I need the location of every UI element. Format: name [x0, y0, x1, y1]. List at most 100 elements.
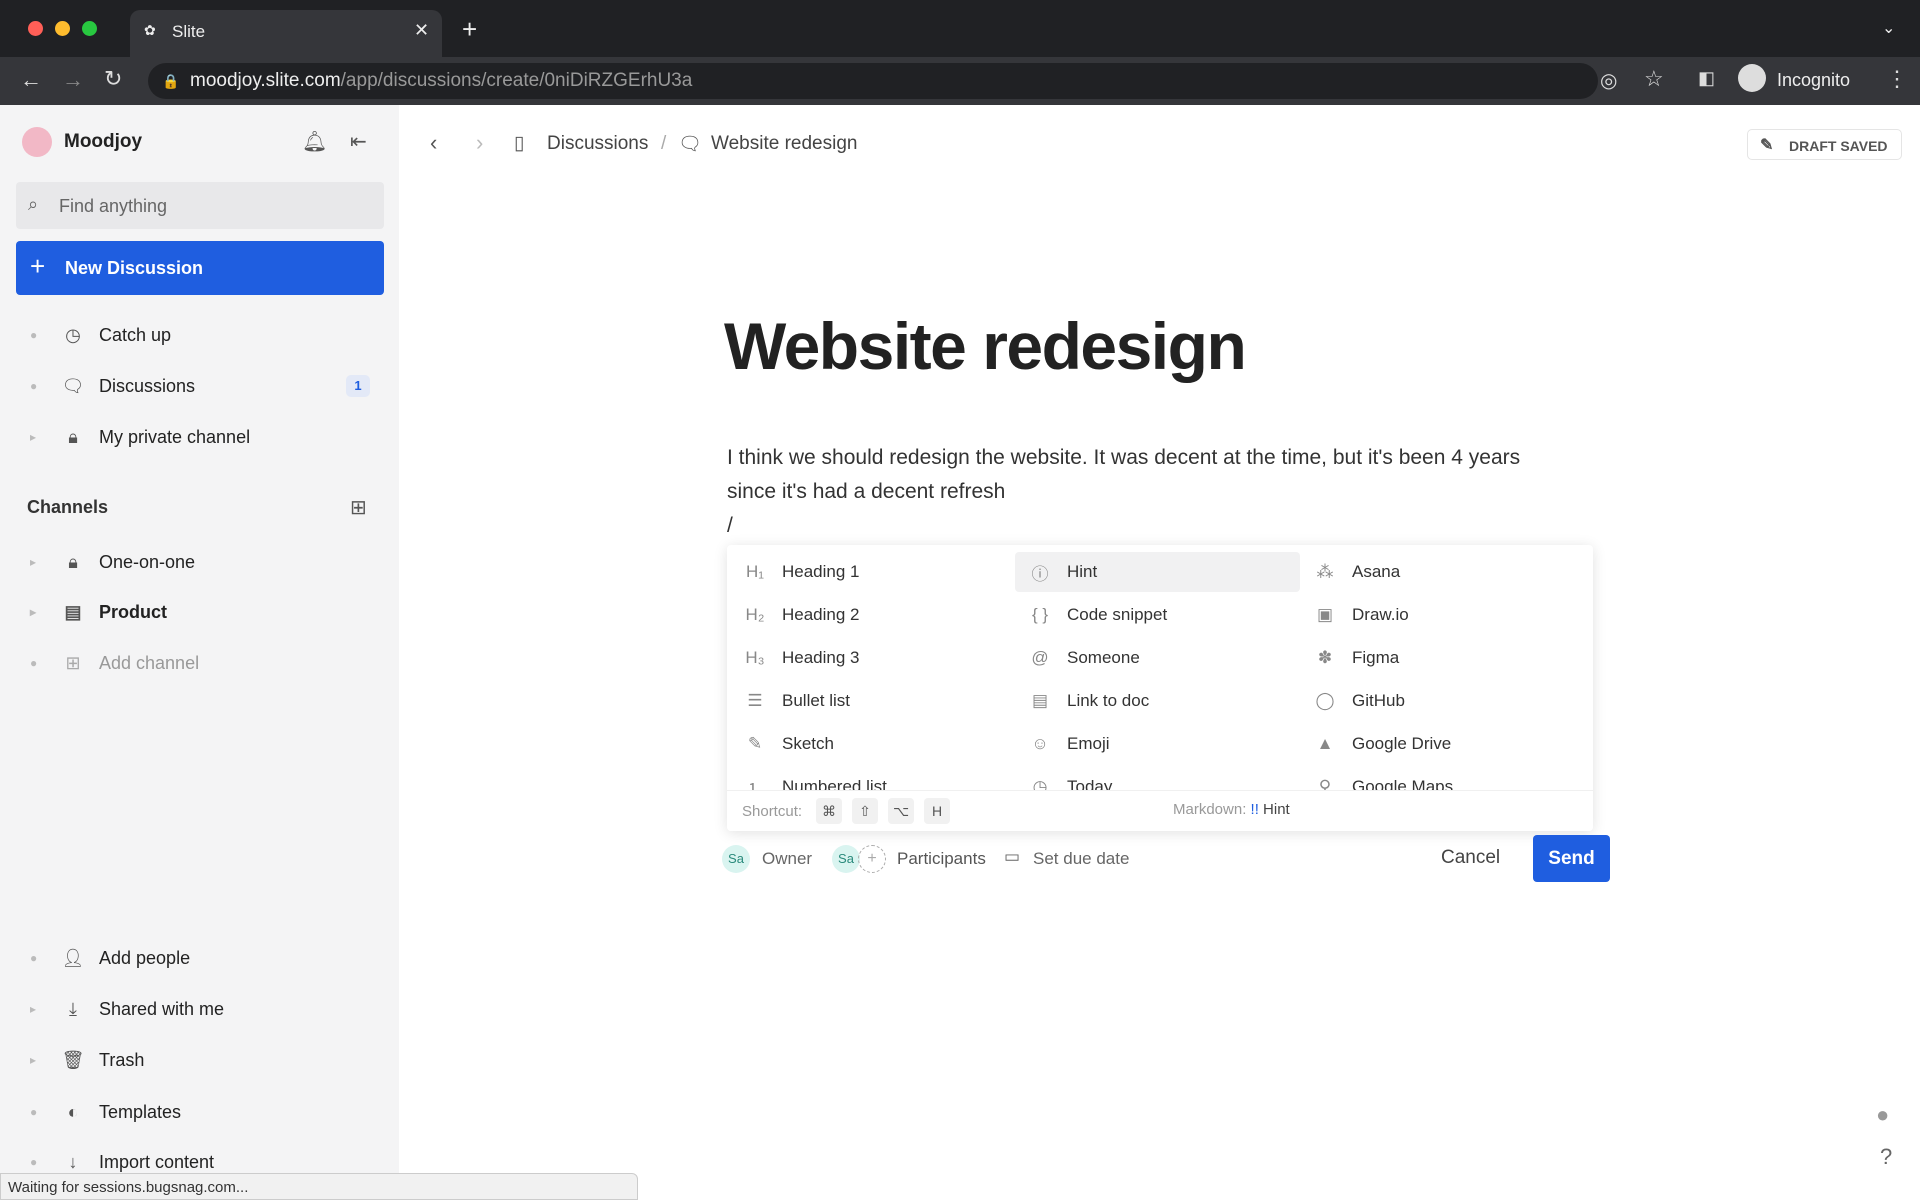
menu-item-heading-2[interactable]: H₂ Heading 2 — [730, 595, 1015, 635]
item-label: Import content — [99, 1151, 215, 1172]
menu-item-link-to-doc[interactable]: ▤ Link to doc — [1015, 681, 1300, 721]
bullet-list-icon: ☰ — [747, 691, 763, 710]
star-icon[interactable]: ☆ — [1644, 66, 1664, 92]
edit-icon: ✎ — [1760, 137, 1774, 154]
doc-body[interactable]: I think we should redesign the website. … — [727, 441, 1520, 543]
menu-item-draw-io[interactable]: ▣ Draw.io — [1300, 595, 1585, 635]
chat-bubbles-icon[interactable]: ● — [1876, 1102, 1889, 1128]
profile-label[interactable]: Incognito — [1777, 70, 1850, 91]
reload-icon[interactable]: ↻ — [104, 66, 122, 92]
notification-bell-icon[interactable]: 🔔︎ — [302, 129, 327, 154]
cancel-button[interactable]: Cancel — [1441, 847, 1500, 869]
item-label: One-on-one — [99, 551, 196, 572]
maximize-window-button[interactable] — [82, 21, 97, 36]
sidebar-item-one-on-one[interactable]: ▸ 🔒︎ One-on-one — [0, 542, 399, 582]
add-channel-icon[interactable]: ⊞ — [350, 495, 367, 520]
owner-label[interactable]: Owner — [762, 849, 812, 869]
side-panel-icon[interactable]: ◧ — [1698, 68, 1715, 89]
breadcrumb-discussions[interactable]: Discussions — [547, 133, 648, 155]
incognito-icon — [1738, 64, 1766, 92]
item-label: My private channel — [99, 426, 251, 447]
channels-heading: Channels — [27, 497, 109, 517]
add-channel-icon: ⊞ — [65, 652, 81, 673]
status-text: DRAFT SAVED — [1789, 138, 1888, 154]
browser-tab-bar: ✿ Slite ✕ + ⌄ — [0, 0, 1920, 57]
heading1-icon: H₁ — [745, 562, 764, 581]
add-participant-icon[interactable]: + — [858, 845, 886, 873]
new-discussion-button[interactable]: + New Discussion — [16, 241, 384, 295]
item-label: Shared with me — [99, 998, 225, 1019]
menu-item-hint[interactable]: ⓘ Hint — [1015, 552, 1300, 592]
sidebar-item-templates[interactable]: ● ◐ Templates — [0, 1092, 399, 1132]
menu-item-label: Google Drive — [1352, 734, 1452, 753]
minimize-window-button[interactable] — [55, 21, 70, 36]
sidebar-item-add-channel[interactable]: ● ⊞ Add channel — [0, 643, 399, 683]
menu-item-label: Draw.io — [1352, 605, 1409, 624]
item-label: Trash — [99, 1049, 145, 1070]
sidebar-item-product[interactable]: ▸ ▤ Product — [0, 592, 399, 632]
github-icon: ◯ — [1315, 691, 1335, 710]
body-line: I think we should redesign the website. … — [727, 446, 1521, 469]
participant-avatar: Sa — [832, 845, 860, 873]
menu-item-sketch[interactable]: ✎ Sketch — [730, 724, 1015, 764]
workspace-name[interactable]: Moodjoy — [64, 131, 142, 153]
discussion-icon: 🗨︎ — [61, 375, 85, 396]
breadcrumb-current: Website redesign — [711, 133, 858, 154]
sidebar-item-private-channel[interactable]: ▸ 🔒︎ My private channel — [0, 417, 399, 457]
forward-icon[interactable]: → — [62, 67, 84, 93]
menu-item-label: Bullet list — [782, 691, 851, 710]
tab-list-icon[interactable]: ⌄ — [1882, 18, 1895, 38]
menu-item-code-snippet[interactable]: { } Code snippet — [1015, 595, 1300, 635]
owner-avatar: Sa — [722, 845, 750, 873]
eye-off-icon[interactable]: ◎ — [1600, 68, 1617, 93]
participants-button[interactable]: Participants — [897, 849, 986, 869]
figma-icon: ✽ — [1317, 648, 1333, 667]
menu-item-label: Heading 3 — [782, 648, 860, 667]
help-icon[interactable]: ? — [1880, 1144, 1892, 1170]
item-label: Discussions — [99, 375, 196, 396]
sidebar-item-discussions[interactable]: ● 🗨︎ Discussions 1 — [0, 366, 399, 406]
menu-item-google-drive[interactable]: ▲ Google Drive — [1300, 724, 1585, 764]
lock-icon: 🔒 — [162, 73, 180, 89]
slash-command-input[interactable]: / — [727, 509, 1520, 543]
back-icon[interactable]: ← — [20, 67, 42, 93]
menu-item-label: GitHub — [1352, 691, 1405, 710]
asana-icon: ⁂ — [1316, 562, 1334, 581]
nav-back-icon[interactable]: ‹ — [430, 130, 437, 156]
item-label: Product — [99, 601, 168, 622]
menu-item-someone[interactable]: @ Someone — [1015, 638, 1300, 678]
doc-title[interactable]: Website redesign — [724, 308, 1247, 384]
templates-icon: ◐ — [67, 1101, 79, 1122]
new-tab-icon[interactable]: + — [462, 14, 477, 45]
sidebar-item-add-people[interactable]: ● 👤︎ Add people — [0, 938, 399, 978]
browser-tab[interactable]: ✿ Slite ✕ — [130, 10, 442, 57]
menu-item-asana[interactable]: ⁂ Asana — [1300, 552, 1585, 592]
url-field[interactable]: 🔒 moodjoy.slite.com/app/discussions/crea… — [148, 63, 1598, 99]
close-window-button[interactable] — [28, 21, 43, 36]
url-path: /app/discussions/create/0niDiRZGErhU3a — [340, 70, 693, 91]
sidebar-item-trash[interactable]: ▸ 🗑︎ Trash — [0, 1040, 399, 1080]
menu-item-figma[interactable]: ✽ Figma — [1300, 638, 1585, 678]
shortcut-label: Shortcut: — [742, 803, 803, 820]
menu-item-heading-3[interactable]: H₃ Heading 3 — [730, 638, 1015, 678]
lock-icon: 🔒︎ — [68, 426, 78, 447]
send-button[interactable]: Send — [1533, 835, 1610, 882]
slash-command-menu: H₁ Heading 1 H₂ Heading 2 H₃ Heading 3 ☰ Bullet… — [727, 545, 1593, 831]
menu-item-github[interactable]: ◯ GitHub — [1300, 681, 1585, 721]
sidebar-item-catch-up[interactable]: ● ◷ Catch up — [0, 315, 399, 355]
close-tab-icon[interactable]: ✕ — [414, 20, 429, 41]
menu-icon[interactable]: ⋮ — [1886, 66, 1908, 92]
menu-item-emoji[interactable]: ☺ Emoji — [1015, 724, 1300, 764]
menu-item-bullet-list[interactable]: ☰ Bullet list — [730, 681, 1015, 721]
search-icon: ⌕ — [28, 194, 39, 214]
menu-item-heading-1[interactable]: H₁ Heading 1 — [730, 552, 1015, 592]
sketch-icon: ✎ — [747, 734, 763, 753]
set-due-date-button[interactable]: Set due date — [1033, 849, 1129, 869]
nav-forward-icon[interactable]: › — [476, 130, 483, 156]
item-label: Catch up — [99, 324, 172, 345]
browser-status-bar: Waiting for sessions.bugsnag.com... — [0, 1173, 638, 1200]
search-input[interactable]: ⌕ Find anything — [16, 182, 384, 229]
collapse-sidebar-icon[interactable]: ⇤ — [350, 129, 367, 154]
heading2-icon: H₂ — [745, 605, 765, 624]
sidebar-item-shared[interactable]: ▸ ⤓ Shared with me — [0, 989, 399, 1029]
